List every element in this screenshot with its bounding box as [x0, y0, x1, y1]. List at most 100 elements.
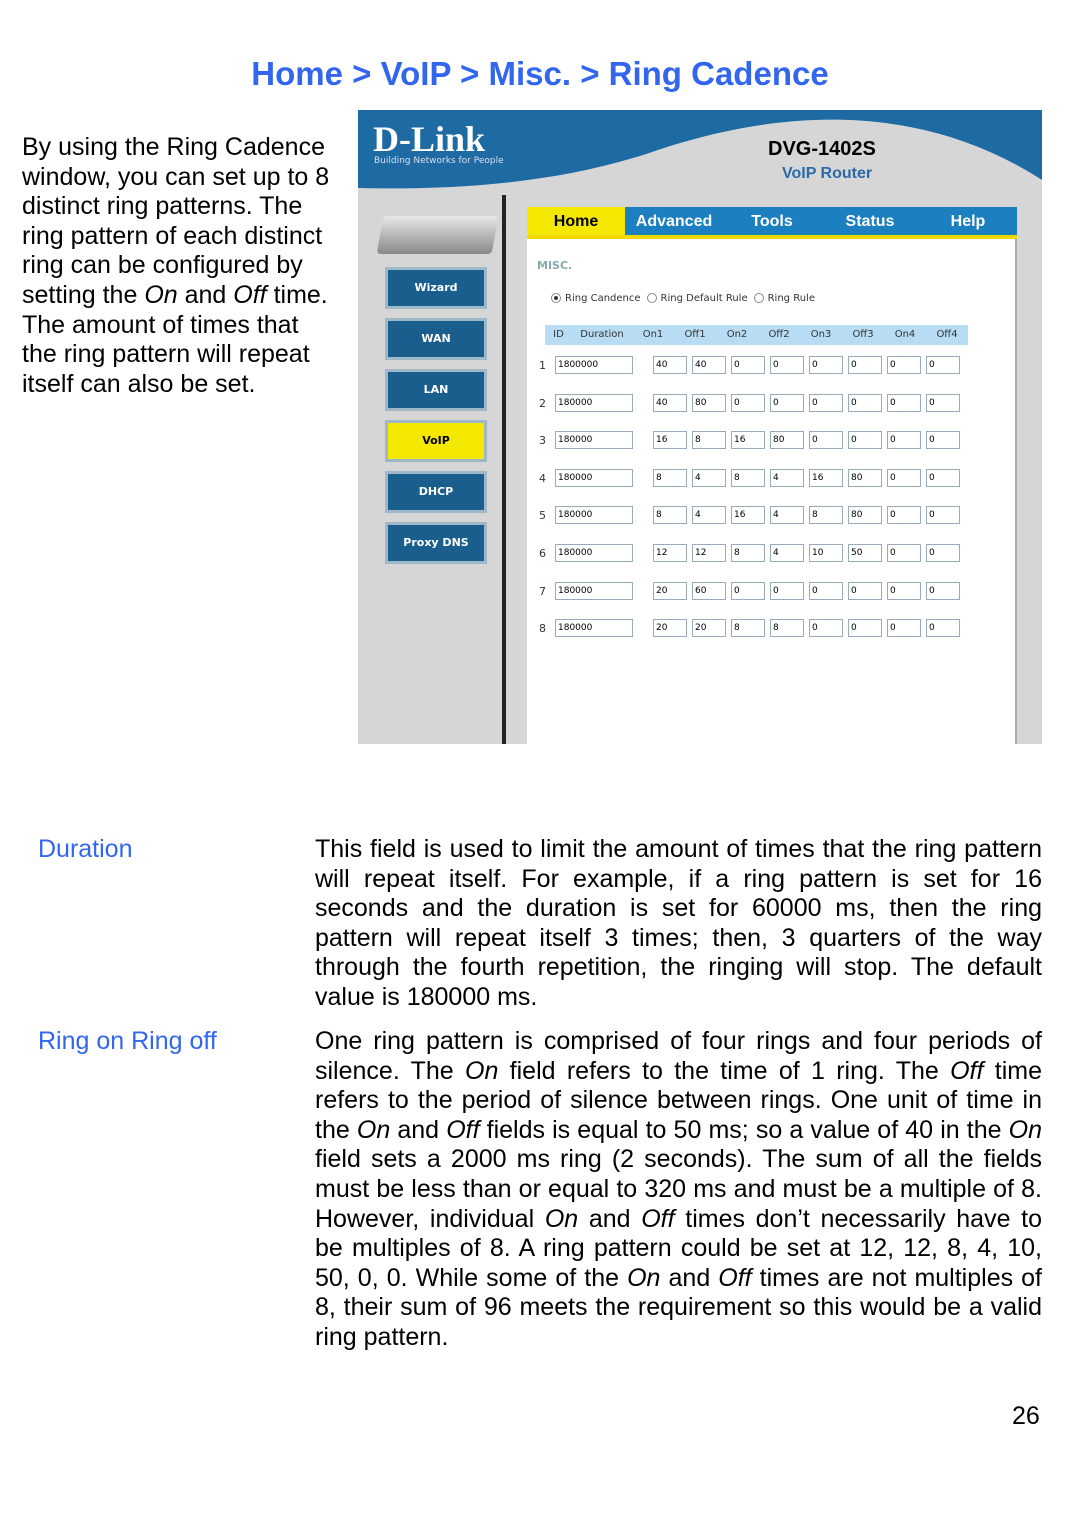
on1-input[interactable] — [653, 506, 687, 525]
on2-input[interactable] — [731, 431, 765, 450]
nav-button-wizard[interactable]: Wizard — [385, 267, 487, 309]
on2-input[interactable] — [731, 356, 765, 374]
off4-input[interactable] — [926, 431, 960, 450]
off2-input[interactable] — [770, 581, 804, 600]
off2-input[interactable] — [770, 506, 804, 525]
off1-input[interactable] — [692, 468, 726, 487]
tab-status[interactable]: Status — [821, 207, 919, 235]
off1-input[interactable] — [692, 393, 726, 412]
off2-input[interactable] — [770, 393, 804, 412]
off1-input[interactable] — [692, 544, 726, 562]
duration-input[interactable] — [555, 393, 633, 412]
text-part: field refers to the time of 1 ring. The — [498, 1056, 951, 1085]
nav-button-wan[interactable]: WAN — [385, 318, 487, 360]
off3-input[interactable] — [848, 431, 882, 450]
intro-off: Off — [233, 280, 267, 309]
off1-input[interactable] — [692, 506, 726, 525]
off1-input[interactable] — [692, 356, 726, 374]
on4-input[interactable] — [887, 356, 921, 374]
duration-input[interactable] — [555, 544, 633, 562]
on3-input[interactable] — [809, 356, 843, 374]
radio-label: Ring Candence — [565, 293, 641, 304]
on3-input[interactable] — [809, 393, 843, 412]
on3-input[interactable] — [809, 619, 843, 638]
on3-input[interactable] — [809, 544, 843, 562]
definition-term: Duration — [38, 835, 133, 863]
on2-input[interactable] — [731, 506, 765, 525]
off4-input[interactable] — [926, 544, 960, 562]
duration-input[interactable] — [555, 468, 633, 487]
on1-input[interactable] — [653, 468, 687, 487]
column-header: On2 — [726, 329, 748, 340]
radio-button[interactable] — [551, 293, 561, 303]
nav-button-lan[interactable]: LAN — [385, 369, 487, 411]
on4-input[interactable] — [887, 544, 921, 562]
on4-input[interactable] — [887, 393, 921, 412]
nav-button-voip[interactable]: VoIP — [385, 420, 487, 462]
duration-input[interactable] — [555, 431, 633, 450]
off3-input[interactable] — [848, 581, 882, 600]
off2-input[interactable] — [770, 544, 804, 562]
tab-bar: Home Advanced Tools Status Help — [527, 207, 1017, 239]
off4-input[interactable] — [926, 506, 960, 525]
on2-input[interactable] — [731, 619, 765, 638]
tab-tools[interactable]: Tools — [723, 207, 821, 235]
dlink-logo: D-Link — [373, 119, 486, 159]
on3-input[interactable] — [809, 431, 843, 450]
off3-input[interactable] — [848, 393, 882, 412]
on1-input[interactable] — [653, 393, 687, 412]
router-screenshot: D-Link Building Networks for People DVG-… — [358, 110, 1042, 744]
off3-input[interactable] — [848, 468, 882, 487]
on4-input[interactable] — [887, 619, 921, 638]
text-part: and — [578, 1204, 642, 1233]
off2-input[interactable] — [770, 468, 804, 487]
tab-home[interactable]: Home — [527, 207, 625, 235]
radio-button[interactable] — [753, 293, 764, 303]
radio-option[interactable]: Ring Default Rule — [646, 293, 748, 304]
off1-input[interactable] — [692, 619, 726, 638]
off3-input[interactable] — [848, 619, 882, 638]
on2-input[interactable] — [731, 544, 765, 562]
on3-input[interactable] — [809, 506, 843, 525]
on1-input[interactable] — [653, 619, 687, 638]
on2-input[interactable] — [731, 581, 765, 600]
off3-input[interactable] — [848, 356, 882, 374]
on4-input[interactable] — [887, 431, 921, 450]
on1-input[interactable] — [653, 356, 687, 374]
on3-input[interactable] — [809, 581, 843, 600]
definition-text: One ring pattern is comprised of four ri… — [315, 1027, 1042, 1353]
on3-input[interactable] — [809, 468, 843, 487]
off1-input[interactable] — [692, 431, 726, 450]
off4-input[interactable] — [926, 581, 960, 600]
radio-option[interactable]: Ring Rule — [753, 293, 815, 304]
duration-input[interactable] — [555, 619, 633, 638]
tab-help[interactable]: Help — [919, 207, 1017, 235]
duration-input[interactable] — [555, 506, 633, 525]
off3-input[interactable] — [848, 506, 882, 525]
off2-input[interactable] — [770, 619, 804, 638]
off1-input[interactable] — [692, 581, 726, 600]
off3-input[interactable] — [848, 544, 882, 562]
on2-input[interactable] — [731, 468, 765, 487]
on4-input[interactable] — [887, 506, 921, 525]
on4-input[interactable] — [887, 468, 921, 487]
off4-input[interactable] — [926, 356, 960, 374]
radio-button[interactable] — [646, 293, 657, 303]
on1-input[interactable] — [653, 581, 687, 600]
on4-input[interactable] — [887, 581, 921, 600]
tab-advanced[interactable]: Advanced — [625, 207, 723, 235]
off2-input[interactable] — [770, 356, 804, 374]
off4-input[interactable] — [926, 468, 960, 487]
definition-text: This field is used to limit the amount o… — [315, 835, 1042, 1013]
nav-button-proxy-dns[interactable]: Proxy DNS — [385, 522, 487, 564]
on2-input[interactable] — [731, 393, 765, 412]
nav-button-dhcp[interactable]: DHCP — [385, 471, 487, 513]
off4-input[interactable] — [926, 393, 960, 412]
duration-input[interactable] — [555, 581, 633, 600]
radio-option[interactable]: Ring Candence — [551, 293, 641, 304]
off4-input[interactable] — [926, 619, 960, 638]
on1-input[interactable] — [653, 431, 687, 450]
on1-input[interactable] — [653, 544, 687, 562]
off2-input[interactable] — [770, 431, 804, 450]
duration-input[interactable] — [555, 356, 633, 374]
